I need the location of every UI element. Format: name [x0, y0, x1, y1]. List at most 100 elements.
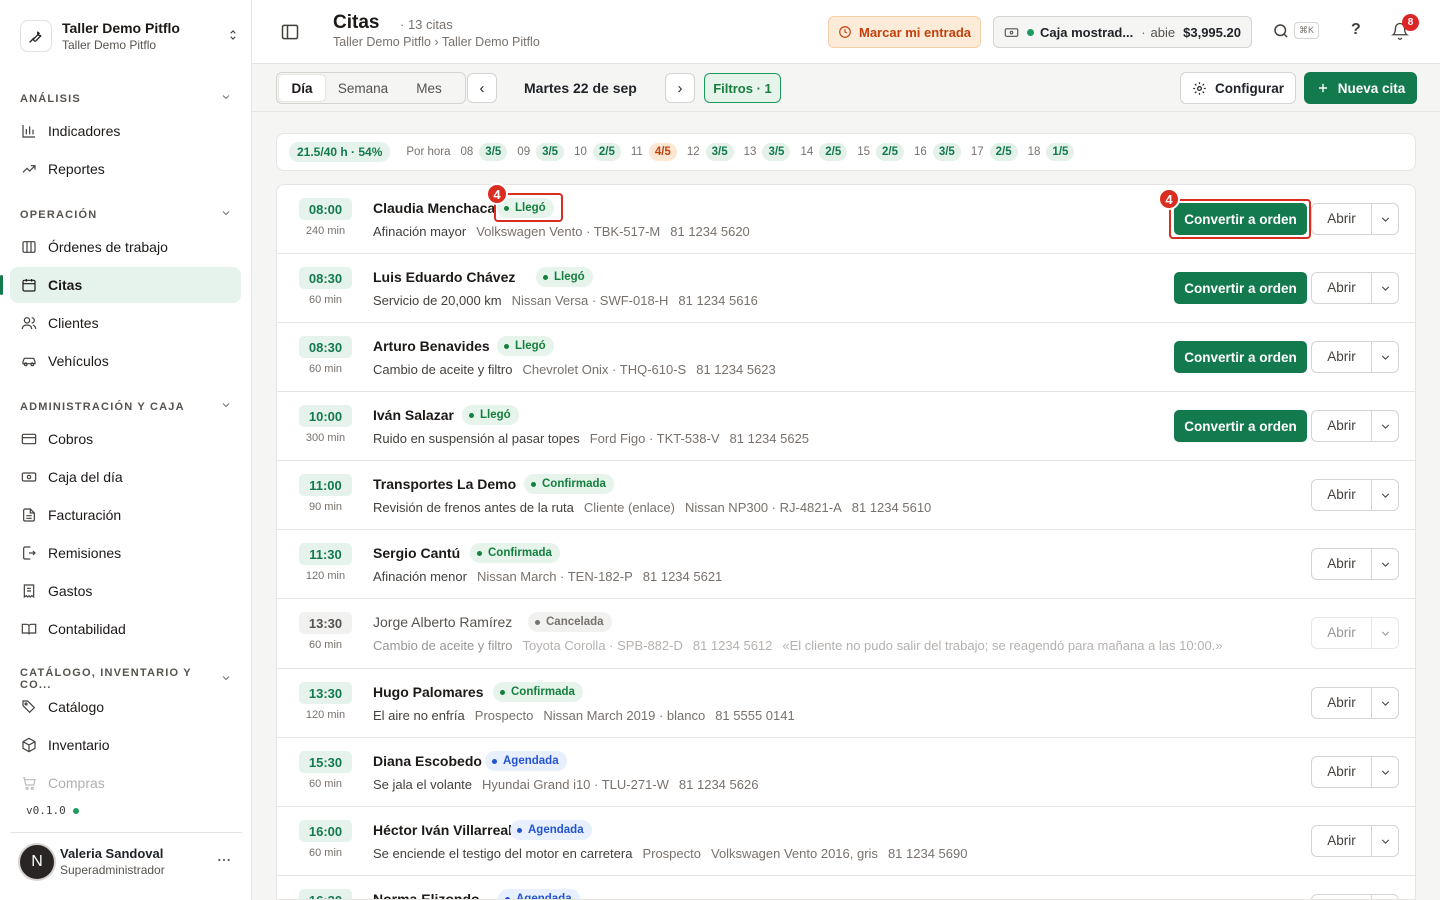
sidebar-item-label: Reportes	[48, 161, 105, 177]
appointment-duration: 120 min	[305, 570, 346, 582]
open-split-button: Abrir	[1311, 410, 1399, 442]
sidebar-item-contabilidad[interactable]: Contabilidad	[10, 611, 241, 647]
sidebar-item-reportes[interactable]: Reportes	[10, 151, 241, 187]
sidebar-item-label: Cobros	[48, 431, 94, 447]
open-button[interactable]: Abrir	[1312, 826, 1372, 856]
page-title: Citas	[333, 12, 380, 33]
client-name[interactable]: Hugo Palomares	[373, 684, 483, 700]
status-dot	[531, 481, 536, 487]
open-options-toggle[interactable]	[1372, 558, 1398, 571]
appointment-time: 13:30	[299, 682, 352, 704]
more-horizontal-icon[interactable]	[216, 852, 232, 871]
tab-dia[interactable]: Día	[279, 75, 325, 101]
appointment-row[interactable]: 08:30 60 min Luis Eduardo Chávez Llegó Servi…	[277, 254, 1415, 323]
client-name[interactable]: Claudia Menchaca	[373, 200, 495, 216]
open-button[interactable]: Abrir	[1312, 618, 1372, 648]
section-administracion[interactable]: ADMINISTRACIÓN Y CAJA	[20, 399, 232, 414]
open-button[interactable]: Abrir	[1312, 688, 1372, 718]
search-icon[interactable]	[1272, 22, 1290, 43]
next-day-button[interactable]: ›	[665, 73, 695, 103]
filters-button[interactable]: Filtros · 1	[704, 73, 781, 103]
appointment-row[interactable]: 08:30 60 min Arturo Benavides Llegó Cambio d…	[277, 323, 1415, 392]
step-marker: 4	[486, 183, 508, 205]
appointment-row[interactable]: 11:30 120 min Sergio Cantú Confirmada Afinac…	[277, 530, 1415, 599]
open-options-toggle[interactable]	[1372, 213, 1398, 226]
sidebar-item-inventario[interactable]: Inventario	[10, 727, 241, 763]
open-button[interactable]: Abrir	[1312, 480, 1372, 510]
client-name[interactable]: Diana Escobedo	[373, 753, 482, 769]
help-icon[interactable]: ?	[1351, 21, 1361, 39]
appointment-time: 08:00	[299, 198, 352, 220]
open-split-button: Abrir	[1311, 479, 1399, 511]
configure-button[interactable]: Configurar	[1180, 72, 1296, 104]
client-name[interactable]: Sergio Cantú	[373, 545, 460, 561]
org-switcher[interactable]: Taller Demo Pitflo Taller Demo Pitflo	[20, 16, 240, 56]
sidebar-item-compras[interactable]: Compras	[10, 765, 241, 801]
sidebar-item-citas[interactable]: Citas	[10, 267, 241, 303]
client-name[interactable]: Jorge Alberto Ramírez	[373, 614, 512, 630]
phone-number: 81 1234 5620	[670, 224, 750, 239]
sidebar-item-vehiculos[interactable]: Vehículos	[10, 343, 241, 379]
convert-to-order-button[interactable]: Convertir a orden	[1174, 410, 1307, 442]
client-name[interactable]: Iván Salazar	[373, 407, 454, 423]
sidebar-item-caja[interactable]: Caja del día	[10, 459, 241, 495]
open-options-toggle[interactable]	[1372, 627, 1398, 640]
sidebar-item-clientes[interactable]: Clientes	[10, 305, 241, 341]
sidebar-item-ordenes[interactable]: Órdenes de trabajo	[10, 229, 241, 265]
appointment-row[interactable]: 13:30 120 min Hugo Palomares Confirmada El a…	[277, 669, 1415, 738]
open-button[interactable]: Abrir	[1312, 549, 1372, 579]
open-options-toggle[interactable]	[1372, 282, 1398, 295]
status-dot	[535, 619, 540, 625]
appointment-details: Servicio de 20,000 km Nissan Versa · SWF-…	[373, 293, 768, 308]
open-button[interactable]: Abrir	[1312, 895, 1372, 899]
client-name[interactable]: Arturo Benavides	[373, 338, 490, 354]
open-button[interactable]: Abrir	[1312, 342, 1372, 372]
client-name[interactable]: Luis Eduardo Chávez	[373, 269, 515, 285]
open-options-toggle[interactable]	[1372, 489, 1398, 502]
sidebar-toggle-icon[interactable]	[280, 22, 300, 45]
sidebar-item-catalogo[interactable]: Catálogo	[10, 689, 241, 725]
client-name[interactable]: Transportes La Demo	[373, 476, 516, 492]
sidebar-item-cobros[interactable]: Cobros	[10, 421, 241, 457]
open-button[interactable]: Abrir	[1312, 273, 1372, 303]
open-button[interactable]: Abrir	[1312, 757, 1372, 787]
section-catalogo[interactable]: CATÁLOGO, INVENTARIO Y CO...	[20, 667, 232, 691]
appointment-row[interactable]: 16:30 Norma Elizondo Agendada Abrir	[277, 876, 1415, 899]
convert-to-order-button[interactable]: Convertir a orden	[1174, 341, 1307, 373]
appointment-row[interactable]: 10:00 300 min Iván Salazar Llegó Ruido en su…	[277, 392, 1415, 461]
open-options-toggle[interactable]	[1372, 835, 1398, 848]
appointment-row[interactable]: 15:30 60 min Diana Escobedo Agendada Se jala…	[277, 738, 1415, 807]
sidebar-item-gastos[interactable]: Gastos	[10, 573, 241, 609]
occupancy-label: Por hora	[406, 146, 451, 158]
clock-in-button[interactable]: Marcar mi entrada	[828, 16, 981, 48]
open-options-toggle[interactable]	[1372, 697, 1398, 710]
section-operacion[interactable]: OPERACIÓN	[20, 207, 232, 222]
appointment-row[interactable]: 11:00 90 min Transportes La Demo Confirmada…	[277, 461, 1415, 530]
status-label: Cancelada	[546, 616, 604, 628]
status-label: Confirmada	[511, 686, 575, 698]
section-analisis[interactable]: ANÁLISIS	[20, 91, 232, 106]
open-options-toggle[interactable]	[1372, 420, 1398, 433]
tab-mes[interactable]: Mes	[401, 75, 457, 101]
user-menu[interactable]: N Valeria Sandoval Superadministrador	[10, 832, 242, 890]
cash-register-selector[interactable]: Caja mostrad... · abie $3,995.20	[993, 16, 1252, 48]
sidebar-item-indicadores[interactable]: Indicadores	[10, 113, 241, 149]
appointment-row[interactable]: 13:30 60 min Jorge Alberto Ramírez Cancelad…	[277, 599, 1415, 669]
open-options-toggle[interactable]	[1372, 766, 1398, 779]
client-name[interactable]: Norma Elizondo	[373, 891, 480, 899]
appointment-row[interactable]: 16:00 60 min Héctor Iván Villarreal Agendad…	[277, 807, 1415, 876]
prev-day-button[interactable]: ‹	[467, 73, 497, 103]
receipt-icon	[20, 582, 38, 600]
sidebar-item-remisiones[interactable]: Remisiones	[10, 535, 241, 571]
open-button[interactable]: Abrir	[1312, 204, 1372, 234]
new-appointment-button[interactable]: Nueva cita	[1304, 72, 1417, 104]
open-options-toggle[interactable]	[1372, 351, 1398, 364]
client-name[interactable]: Héctor Iván Villarreal	[373, 822, 512, 838]
status-badge: Agendada	[498, 889, 580, 899]
tab-semana[interactable]: Semana	[325, 75, 401, 101]
sidebar-item-facturacion[interactable]: Facturación	[10, 497, 241, 533]
cash-separator: ·	[1141, 24, 1146, 40]
convert-to-order-button[interactable]: Convertir a orden	[1174, 272, 1307, 304]
trending-up-icon	[20, 160, 38, 178]
open-button[interactable]: Abrir	[1312, 411, 1372, 441]
